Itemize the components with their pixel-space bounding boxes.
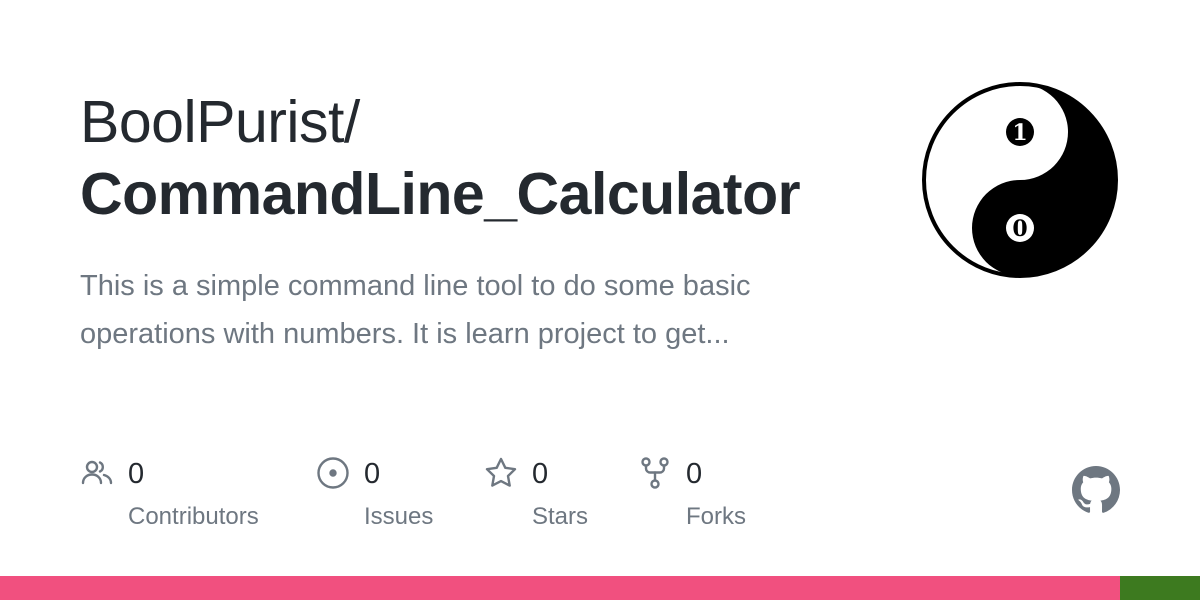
owner-avatar[interactable]: 1 0 (920, 80, 1120, 280)
issue-icon (317, 457, 349, 489)
language-bar (0, 576, 1200, 600)
avatar-digit-bottom: 0 (1012, 216, 1027, 242)
repo-description: This is a simple command line tool to do… (80, 270, 751, 350)
people-icon (81, 460, 113, 485)
language-bar-primary (0, 576, 1120, 600)
contributors-count: 0 (128, 458, 145, 490)
contributors-label: Contributors (128, 503, 259, 530)
github-logo-icon[interactable] (1072, 466, 1120, 514)
repo-owner[interactable]: BoolPurist/ (80, 88, 360, 156)
stars-label: Stars (532, 503, 589, 530)
stars-count: 0 (532, 458, 549, 490)
avatar-digit-top: 1 (1012, 120, 1027, 146)
star-icon (485, 457, 517, 487)
issues-count: 0 (364, 458, 381, 490)
forks-label: Forks (686, 503, 746, 530)
repo-name[interactable]: CommandLine_Calculator (80, 160, 801, 228)
language-bar-secondary (1120, 576, 1200, 600)
issues-label: Issues (364, 503, 434, 530)
forks-count: 0 (686, 458, 703, 490)
fork-icon (641, 457, 669, 489)
